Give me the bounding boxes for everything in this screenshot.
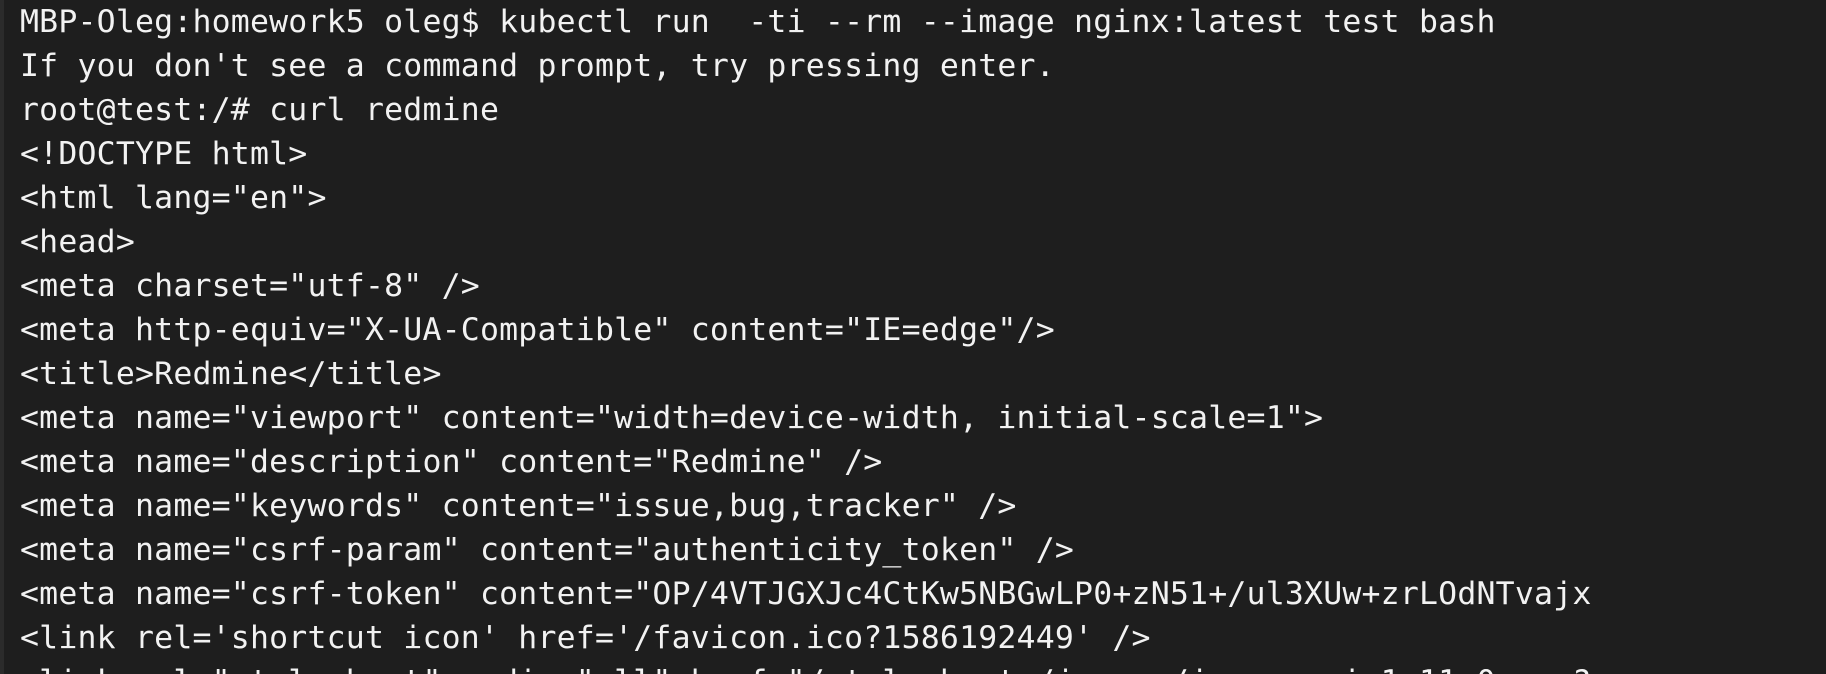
terminal-line: <html lang="en">	[20, 180, 327, 216]
terminal-left-edge	[0, 0, 4, 674]
terminal-line: <link rel="stylesheet" media="all" href=…	[20, 660, 1826, 674]
terminal-line: <head>	[20, 224, 135, 260]
terminal-line: <!DOCTYPE html>	[20, 136, 308, 172]
terminal-line: <meta http-equiv="X-UA-Compatible" conte…	[20, 312, 1055, 348]
terminal-line: If you don't see a command prompt, try p…	[20, 48, 1055, 84]
terminal-line: <meta name="description" content="Redmin…	[20, 444, 883, 480]
terminal-line: MBP-Oleg:homework5 oleg$ kubectl run -ti…	[20, 4, 1496, 40]
terminal-line: <meta name="viewport" content="width=dev…	[20, 400, 1324, 436]
terminal-line: <meta name="csrf-param" content="authent…	[20, 532, 1075, 568]
terminal-line: <meta name="keywords" content="issue,bug…	[20, 488, 1017, 524]
terminal-window[interactable]: MBP-Oleg:homework5 oleg$ kubectl run -ti…	[0, 0, 1826, 674]
terminal-line: <link rel='shortcut icon' href='/favicon…	[20, 620, 1151, 656]
terminal-line: <meta name="csrf-token" content="OP/4VTJ…	[20, 576, 1592, 612]
terminal-line: <meta charset="utf-8" />	[20, 268, 480, 304]
terminal-line: <title>Redmine</title>	[20, 356, 442, 392]
terminal-line: root@test:/# curl redmine	[20, 92, 500, 128]
